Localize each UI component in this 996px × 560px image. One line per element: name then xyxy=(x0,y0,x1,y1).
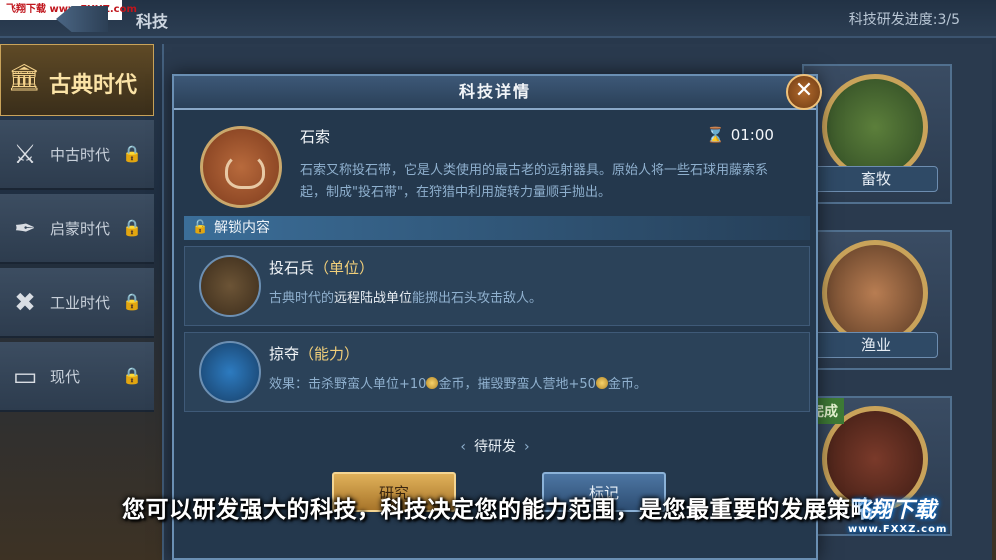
unlock-name: 投石兵（单位） xyxy=(269,257,374,278)
era-tab-industrial[interactable]: ✖ 工业时代 🔒 xyxy=(0,268,154,338)
gold-coin-icon xyxy=(426,377,439,389)
watermark-logo: 飞翔下载 www.FXXZ.com xyxy=(848,492,992,556)
unlock-name-text: 掠夺 xyxy=(269,345,300,363)
tech-name: 石索 xyxy=(300,128,331,146)
lock-icon: 🔒 xyxy=(122,366,142,385)
era-label: 工业时代 xyxy=(50,294,111,312)
unlock-item-plunder[interactable]: 掠夺（能力） 效果：击杀野蛮人单位+10 金币，摧毁野蛮人营地+50 金币。 xyxy=(184,332,810,412)
close-button[interactable]: ✕ xyxy=(786,74,822,110)
top-bar: 飞翔下载 www.FXXZ.com 科技 科技研发进度:3/5 xyxy=(0,0,996,38)
era-tab-modern[interactable]: ▭ 现代 🔒 xyxy=(0,342,154,412)
status-text: 待研发 xyxy=(474,439,516,455)
unlock-description: 效果：击杀野蛮人单位+10 金币，摧毁野蛮人营地+50 金币。 xyxy=(269,373,647,392)
tech-description: 石索又称投石带，它是人类使用的最古老的远射器具。原始人将一些石球用藤索系起，制成… xyxy=(300,163,769,200)
potion-ability-icon xyxy=(199,341,261,403)
game-scene: 飞翔下载 www.FXXZ.com 科技 科技研发进度:3/5 🏛 古典时代 ⚔… xyxy=(0,0,996,560)
era-label: 古典时代 xyxy=(49,73,138,98)
tech-card-husbandry[interactable]: 畜牧 xyxy=(802,64,952,204)
tech-summary: 石索 ⌛ 01:00 石索又称投石带，它是人类使用的最古老的远射器具。原始人将一些… xyxy=(186,118,806,232)
husbandry-icon xyxy=(822,74,928,180)
sling-icon xyxy=(200,126,282,208)
horse-unit-icon xyxy=(199,255,261,317)
gold-coin-icon xyxy=(595,377,608,389)
timer-value: 01:00 xyxy=(730,126,774,144)
tech-detail-dialog: 科技详情 石索 ⌛ 01:00 石索又称投石带，它是人类使用的最古老的远射器具。原… xyxy=(172,74,818,560)
era-label: 启蒙时代 xyxy=(50,220,111,238)
research-timer: ⌛ 01:00 xyxy=(706,126,774,144)
unlock-name: 掠夺（能力） xyxy=(269,343,359,364)
temple-icon: 🏛 xyxy=(7,63,41,93)
research-status: ‹ 待研发 › xyxy=(174,436,816,456)
era-label: 现代 xyxy=(50,368,81,386)
tech-card-name: 畜牧 xyxy=(814,166,938,192)
unlock-name-text: 投石兵 xyxy=(269,259,315,277)
research-progress: 科技研发进度:3/5 xyxy=(848,12,960,28)
monitor-icon: ▭ xyxy=(12,362,38,392)
unlock-description: 古典时代的远程陆战单位能掷出石头攻击敌人。 xyxy=(269,287,542,306)
dialog-title: 科技详情 xyxy=(174,76,816,110)
quill-ink-icon: ✒ xyxy=(14,214,36,244)
desc-text: 效果：击杀野蛮人单位+10 xyxy=(269,377,427,392)
era-tab-enlightenment[interactable]: ✒ 启蒙时代 🔒 xyxy=(0,194,154,264)
desc-text: 金币。 xyxy=(607,377,647,392)
lock-icon: 🔒 xyxy=(122,144,142,163)
desc-text: 金币，摧毁野蛮人营地+50 xyxy=(438,377,596,392)
watermark-text: 飞翔下载 xyxy=(848,498,937,523)
unlock-type-tag: （能力） xyxy=(299,345,360,363)
era-tab-classical[interactable]: 🏛 古典时代 xyxy=(0,44,154,116)
fish-icon xyxy=(822,240,928,346)
watermark-url: www.FXXZ.com xyxy=(848,524,948,535)
tech-card-name: 渔业 xyxy=(814,332,938,358)
page-title: 科技 xyxy=(136,12,169,31)
tech-card-fishing[interactable]: 渔业 xyxy=(802,230,952,370)
chevron-right-icon[interactable]: › xyxy=(524,439,530,455)
era-tab-medieval[interactable]: ⚔ 中古时代 🔒 xyxy=(0,120,154,190)
lock-icon: 🔒 xyxy=(122,292,142,311)
chevron-left-icon[interactable]: ‹ xyxy=(460,439,466,455)
hourglass-icon: ⌛ xyxy=(706,126,725,144)
unlock-icon: 🔓 xyxy=(192,220,209,235)
crossed-swords-helmet-icon: ⚔ xyxy=(13,140,37,170)
unlock-type-tag: （单位） xyxy=(314,259,375,277)
desc-highlight: 远程陆战单位 xyxy=(334,291,413,306)
wrench-tools-icon: ✖ xyxy=(14,288,36,318)
lock-icon: 🔒 xyxy=(122,218,142,237)
desc-text: 古典时代的 xyxy=(269,291,335,306)
era-label: 中古时代 xyxy=(50,146,111,164)
era-sidebar: 🏛 古典时代 ⚔ 中古时代 🔒 ✒ 启蒙时代 🔒 ✖ 工业时代 🔒 ▭ 现代 🔒 xyxy=(0,44,154,416)
desc-text: 能掷出石头攻击敌人。 xyxy=(412,291,543,306)
unlock-header: 🔓 解锁内容 xyxy=(184,216,810,240)
video-subtitle: 您可以研发强大的科技，科技决定您的能力范围，是您最重要的发展策略 xyxy=(122,497,874,523)
unlock-header-label: 解锁内容 xyxy=(214,220,270,236)
unlock-item-slinger[interactable]: 投石兵（单位） 古典时代的远程陆战单位能掷出石头攻击敌人。 xyxy=(184,246,810,326)
